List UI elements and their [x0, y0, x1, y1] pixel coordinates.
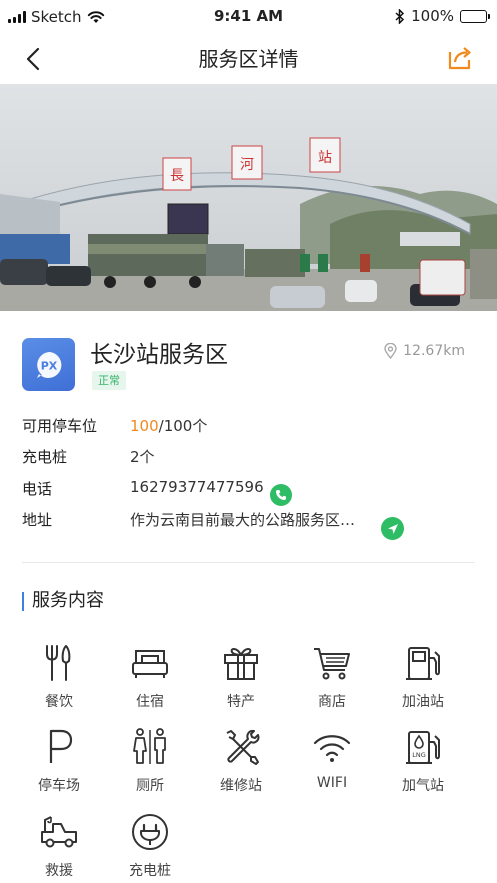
- svg-text:LNG: LNG: [412, 751, 426, 759]
- bed-icon: [132, 650, 168, 678]
- gift-icon: [224, 648, 258, 680]
- address-value: 作为云南目前最大的公路服务区…: [130, 511, 356, 529]
- service-dining[interactable]: 餐饮: [19, 643, 99, 723]
- distance: 12.67km: [384, 343, 465, 359]
- restroom-icon: [133, 728, 166, 764]
- toll-plaza-illustration: 長 河 站: [0, 84, 497, 311]
- parking-label: 可用停车位: [22, 417, 98, 435]
- service-label: 加油站: [402, 694, 444, 710]
- tow-truck-icon: [41, 816, 77, 848]
- px-logo-icon: PX: [36, 351, 61, 378]
- address-label: 地址: [22, 511, 53, 529]
- station-name: 长沙站服务区: [90, 342, 228, 368]
- lng-station-icon: LNG: [406, 731, 440, 764]
- bluetooth-icon: [395, 8, 405, 24]
- location-pin-icon: [384, 343, 397, 359]
- svg-text:長: 長: [170, 168, 184, 184]
- phone-icon: [276, 490, 286, 500]
- wifi-icon: [313, 735, 351, 762]
- service-label: 救援: [45, 863, 73, 879]
- phone-value[interactable]: 16279377477596: [130, 478, 264, 496]
- svg-text:站: 站: [318, 150, 332, 166]
- service-label: 特产: [227, 694, 255, 710]
- battery-percent: 100%: [411, 7, 454, 25]
- battery-icon: [460, 9, 490, 23]
- navigate-button[interactable]: [381, 517, 404, 540]
- service-label: WIFI: [316, 775, 348, 791]
- service-label: 加气站: [402, 778, 444, 794]
- charger-label: 充电桩: [22, 448, 68, 466]
- service-wifi[interactable]: WIFI: [292, 727, 372, 807]
- service-repair[interactable]: 维修站: [201, 727, 281, 807]
- svg-text:河: 河: [240, 157, 254, 173]
- service-store[interactable]: 商店: [292, 643, 372, 723]
- charger-value: 2个: [130, 448, 155, 466]
- parking-icon: [49, 729, 73, 763]
- svg-text:PX: PX: [40, 359, 57, 372]
- page-title: 服务区详情: [198, 47, 299, 71]
- service-label: 充电桩: [129, 863, 171, 879]
- service-label: 住宿: [136, 694, 164, 710]
- parking-available: 100: [130, 417, 159, 435]
- status-bar: Sketch 9:41 AM 100%: [0, 0, 497, 34]
- fuel-pump-icon: [406, 647, 440, 680]
- parking-total: /100个: [158, 417, 208, 435]
- distance-value: 12.67km: [403, 343, 465, 359]
- service-specialty[interactable]: 特产: [201, 643, 281, 723]
- phone-label: 电话: [22, 480, 53, 498]
- service-label: 餐饮: [45, 694, 73, 710]
- share-button[interactable]: [445, 43, 475, 73]
- ev-charger-icon: [132, 814, 168, 850]
- dining-icon: [46, 645, 71, 681]
- station-logo: PX: [22, 338, 75, 391]
- divider: [22, 562, 475, 563]
- service-label: 维修站: [220, 778, 262, 794]
- navigation-arrow-icon: [387, 523, 398, 534]
- service-label: 停车场: [38, 778, 80, 794]
- cart-icon: [314, 648, 350, 680]
- nav-bar: 服务区详情: [0, 34, 497, 84]
- services-title: 服务内容: [22, 590, 104, 612]
- service-restroom[interactable]: 厕所: [110, 727, 190, 807]
- service-charging[interactable]: 充电桩: [110, 812, 190, 883]
- service-lodging[interactable]: 住宿: [110, 643, 190, 723]
- parking-value: 100/100个: [130, 415, 207, 436]
- service-label: 商店: [318, 694, 346, 710]
- share-icon: [448, 47, 471, 70]
- service-label: 厕所: [136, 778, 164, 794]
- status-badge: 正常: [92, 371, 126, 390]
- status-right: 100%: [395, 7, 490, 25]
- call-button[interactable]: [270, 484, 292, 506]
- service-rescue[interactable]: 救援: [19, 812, 99, 883]
- hero-photo: 長 河 站: [0, 84, 497, 311]
- service-parking[interactable]: 停车场: [19, 727, 99, 807]
- service-gas-station[interactable]: 加油站: [383, 643, 463, 723]
- service-lng[interactable]: LNG 加气站: [383, 727, 463, 807]
- repair-tools-icon: [226, 729, 260, 765]
